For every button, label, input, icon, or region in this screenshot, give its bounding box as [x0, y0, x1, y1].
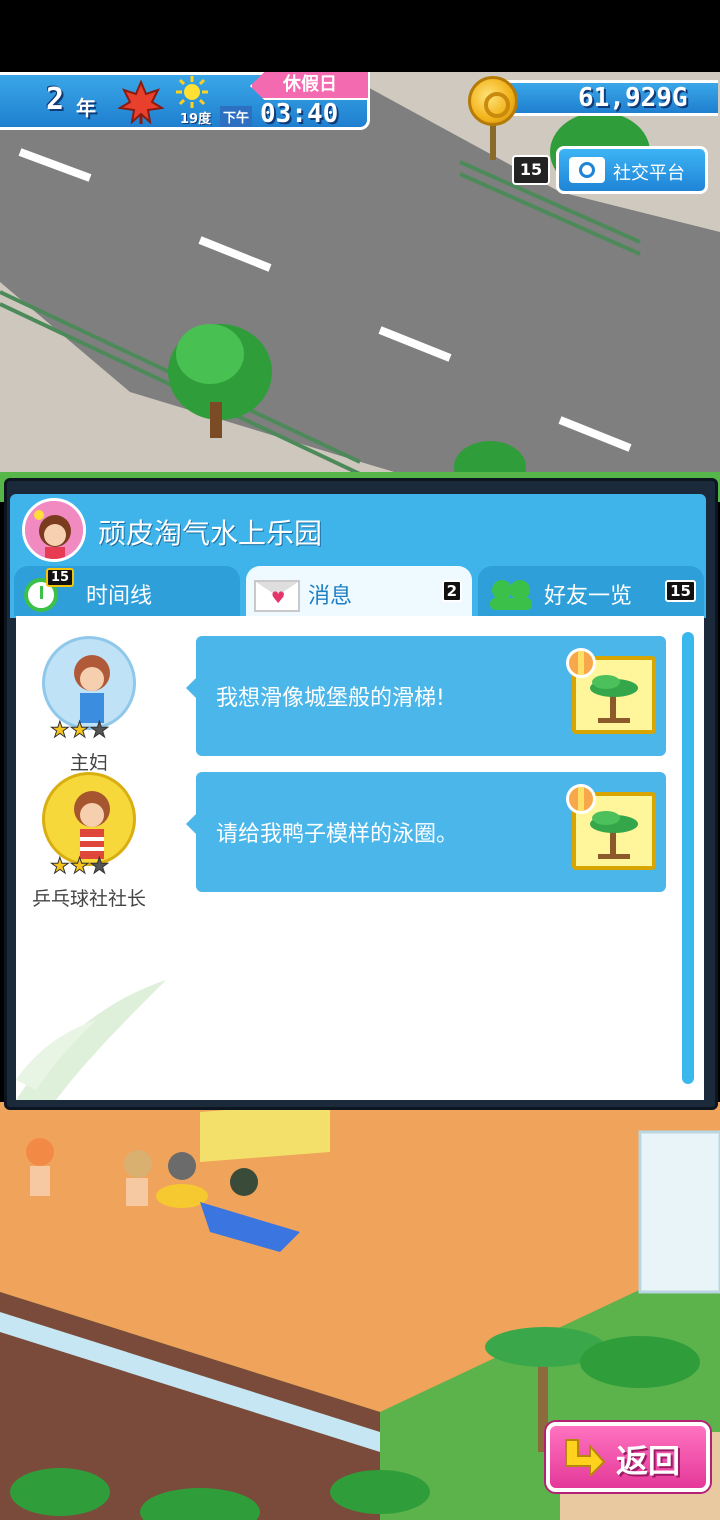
- coin-pole: [490, 124, 496, 160]
- year-value: 2: [46, 82, 65, 117]
- social-platform-label: 社交平台: [613, 163, 685, 184]
- rating-stars: ★★★: [49, 854, 110, 880]
- money-value: 61,929G: [578, 83, 688, 113]
- gift-bow-icon: [566, 648, 596, 678]
- tab-friends-label: 好友一览: [544, 584, 633, 609]
- clock-time: 03:40: [260, 99, 339, 129]
- message-text: 请给我鸭子模样的泳圈。: [216, 822, 459, 847]
- year-unit: 年: [76, 96, 96, 120]
- tab-friends[interactable]: 好友一览 15: [478, 566, 704, 616]
- tab-timeline[interactable]: 15 时间线: [14, 566, 240, 616]
- scrollbar[interactable]: [682, 632, 694, 1084]
- temperature: 19度: [180, 112, 212, 127]
- park-name: 顽皮淘气水上乐园: [98, 517, 323, 550]
- message-text: 我想滑像城堡般的滑梯!: [216, 686, 445, 711]
- friends-count-badge: 15: [665, 580, 696, 602]
- social-platform-button[interactable]: 社交平台: [556, 146, 708, 194]
- mail-icon: [254, 580, 300, 612]
- gift-bow-icon: [566, 784, 596, 814]
- status-bar: [0, 0, 720, 72]
- leaf-decoration: [16, 980, 166, 1100]
- tab-messages[interactable]: 消息 2: [246, 566, 472, 616]
- sun-icon: [176, 76, 208, 108]
- tab-timeline-label: 时间线: [86, 584, 153, 609]
- camera-icon: [569, 157, 605, 183]
- return-arrow-icon: [565, 1439, 606, 1476]
- sender-role: 乒乓球社社长: [31, 888, 146, 910]
- message-bubble[interactable]: 请给我鸭子模样的泳圈。: [186, 772, 666, 892]
- message-bubble[interactable]: 我想滑像城堡般的滑梯!: [186, 636, 666, 756]
- message-list[interactable]: ★★★ 主妇 我想滑像城堡般的滑梯! ★★★ 乒乓球社社长 请给我鸭子模样的泳圈…: [16, 616, 704, 1100]
- pingpong-captain-portrait-icon: [74, 791, 110, 859]
- back-button[interactable]: 返回: [546, 1422, 710, 1492]
- social-count-badge: 15: [512, 155, 550, 185]
- maple-leaf-icon: [118, 80, 164, 124]
- tab-messages-label: 消息: [308, 584, 353, 609]
- messages-count-badge: 2: [441, 580, 462, 602]
- rating-stars: ★★★: [49, 718, 110, 744]
- housewife-portrait-icon: [74, 655, 110, 723]
- message-item[interactable]: ★★★ 主妇 我想滑像城堡般的滑梯!: [16, 632, 676, 774]
- timeline-count-badge: 15: [46, 568, 75, 587]
- holiday-banner: 休假日: [250, 72, 370, 100]
- ampm-label: 下午: [220, 106, 253, 127]
- back-label: 返回: [616, 1442, 681, 1480]
- sender-avatar: [42, 772, 136, 866]
- message-item[interactable]: ★★★ 乒乓球社社长 请给我鸭子模样的泳圈。: [16, 768, 676, 910]
- gold-coin-icon: [468, 76, 518, 126]
- friends-icon: [490, 580, 532, 610]
- sender-avatar: [42, 636, 136, 730]
- park-avatar: [22, 498, 86, 562]
